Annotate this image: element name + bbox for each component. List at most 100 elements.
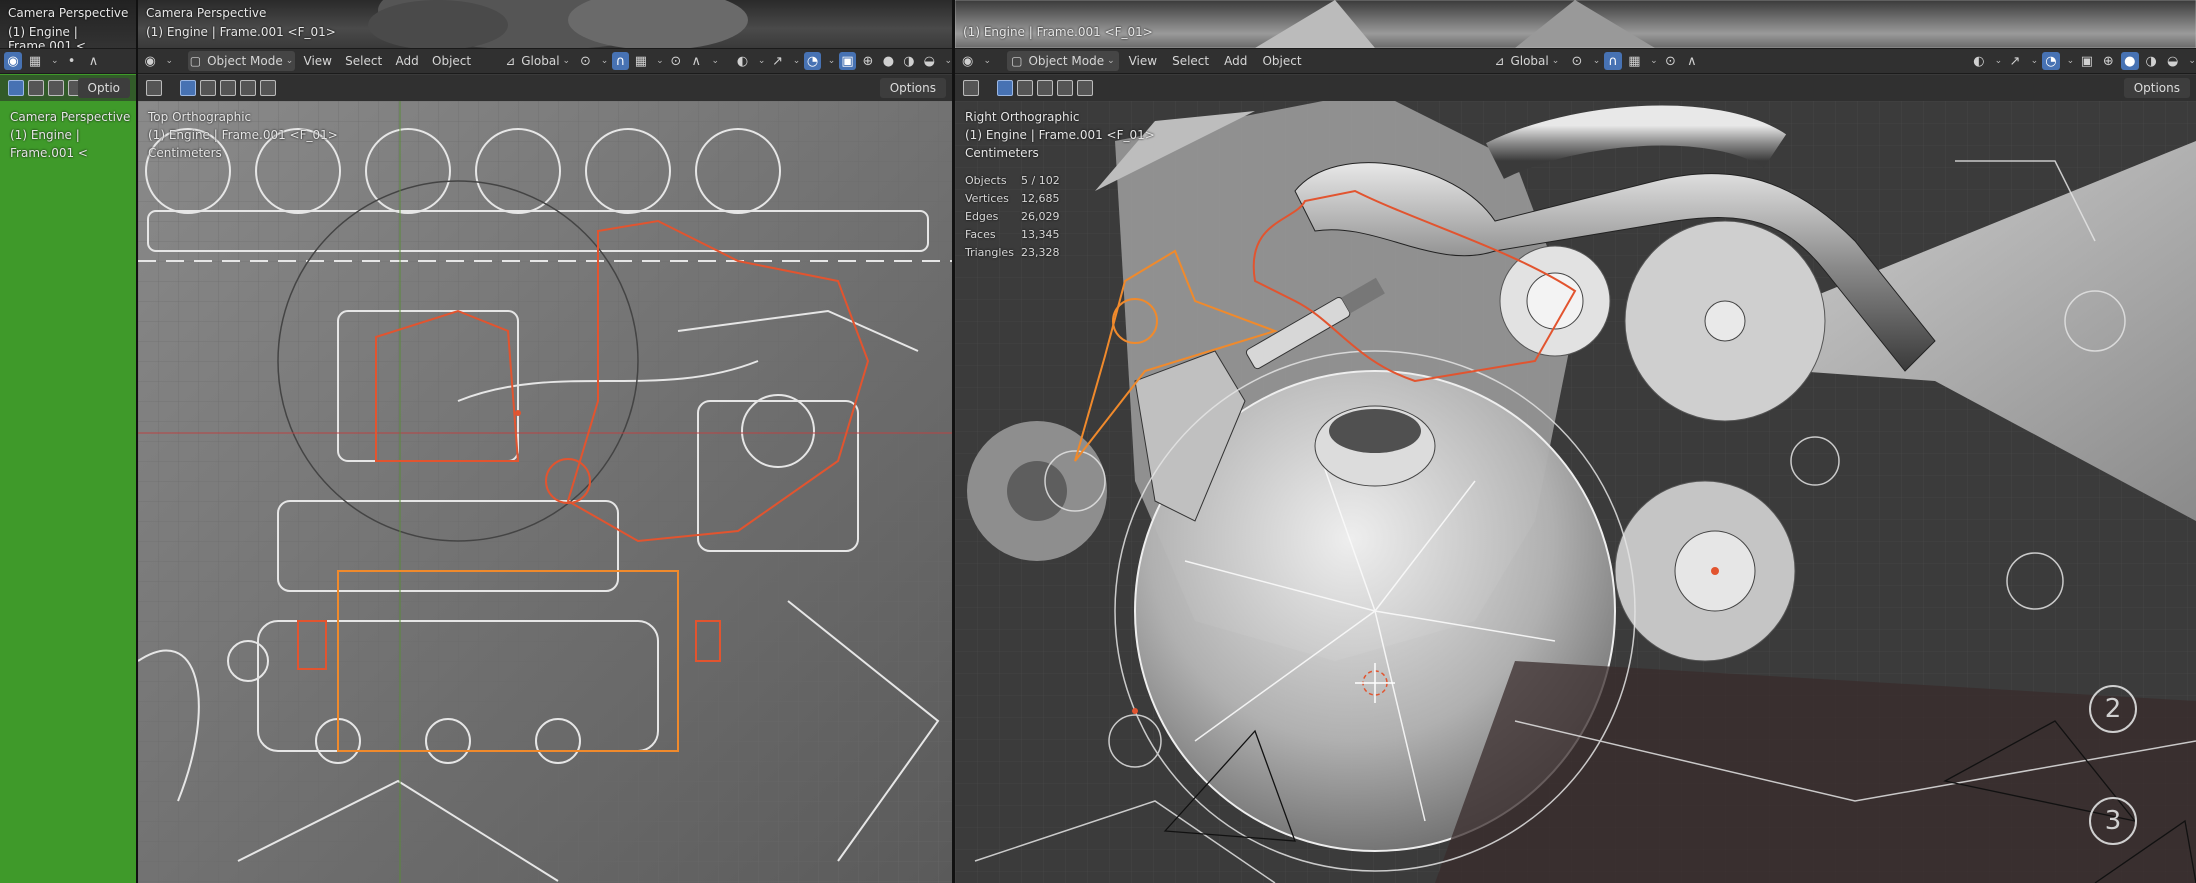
mid-view-sub: (1) Engine | Frame.001 <F_01>	[148, 128, 338, 142]
right-header: ◉ ⌄ ▢ Object Mode ⌄ View Select Add Object …	[955, 48, 2196, 74]
right-camera-strip: (1) Engine | Frame.001 <F_01>	[955, 0, 2196, 48]
circle-label-2: 2	[2089, 685, 2137, 733]
right-view-sub: (1) Engine | Frame.001 <F_01>	[965, 128, 1155, 142]
select-box-tool[interactable]	[8, 80, 24, 96]
right-strip-sub: (1) Engine | Frame.001 <F_01>	[963, 25, 1153, 39]
wireframe-shading-icon[interactable]: ⊕	[2100, 52, 2117, 70]
menu-object[interactable]: Object	[1257, 51, 1307, 71]
select-tool-icon[interactable]	[963, 80, 979, 96]
rendered-shading-icon[interactable]: ◒	[921, 52, 937, 70]
select-subtract-tool[interactable]	[220, 80, 236, 96]
scene-statistics: Objects 5 / 102 Vertices 12,685 Edges 26,02…	[965, 172, 1060, 262]
falloff-icon[interactable]: ∧	[1683, 52, 1700, 70]
mid-header: ◉ ⌄ ▢ Object Mode ⌄ View Select Add Object …	[138, 48, 952, 74]
select-invert-tool[interactable]	[1057, 80, 1073, 96]
right-tool-row	[955, 75, 2196, 101]
stat-row: Vertices 12,685	[965, 192, 1060, 205]
stat-row: Faces 13,345	[965, 228, 1060, 241]
mid-tool-row	[138, 75, 952, 101]
mid-view-title: Top Orthographic	[148, 110, 252, 124]
solid-shading-icon[interactable]: ●	[2121, 52, 2139, 70]
menu-add[interactable]: Add	[391, 51, 424, 71]
select-invert-tool[interactable]	[240, 80, 256, 96]
mid-strip-sub: (1) Engine | Frame.001 <F_01>	[146, 25, 336, 39]
select-box-tool[interactable]	[997, 80, 1013, 96]
top-ortho-canvas[interactable]	[138, 101, 952, 883]
select-subtract-tool[interactable]	[48, 80, 64, 96]
menu-view[interactable]: View	[299, 51, 337, 71]
stat-row: Triangles 23,328	[965, 246, 1060, 259]
viewport-editor-icon[interactable]: ◉	[4, 52, 22, 70]
overlay-icon[interactable]: ◔	[804, 52, 821, 70]
right-view-title: Right Orthographic	[965, 110, 1080, 124]
menu-add[interactable]: Add	[1219, 51, 1254, 71]
right-ortho-canvas[interactable]: 2 3	[955, 101, 2196, 883]
gizmo-icon[interactable]: ↗	[769, 52, 785, 70]
mid-units: Centimeters	[148, 146, 222, 160]
pivot-icon[interactable]: •	[63, 52, 81, 70]
select-extend-tool[interactable]	[200, 80, 216, 96]
xray-icon[interactable]: ▣	[2078, 52, 2095, 70]
select-intersect-tool[interactable]	[260, 80, 276, 96]
left-viewport-area: Camera Perspective (1) Engine | Frame.00…	[0, 0, 136, 883]
proportional-edit-icon[interactable]: ⊙	[668, 52, 684, 70]
circle-label-3: 3	[2089, 797, 2137, 845]
mid-options-button[interactable]: Options	[879, 78, 946, 98]
right-options-button[interactable]: Options	[2123, 78, 2190, 98]
left-strip-title: Camera Perspective	[8, 6, 129, 20]
solid-shading-icon[interactable]: ●	[880, 52, 896, 70]
viewport-editor-icon[interactable]: ◉	[959, 52, 976, 70]
left-camera-strip: Camera Perspective (1) Engine | Frame.00…	[0, 0, 136, 48]
left-strip-sub: (1) Engine | Frame.001 <	[8, 25, 86, 48]
proportional-edit-icon[interactable]: ⊙	[1662, 52, 1679, 70]
pivot-point-icon[interactable]: ⊙	[1568, 52, 1585, 70]
select-subtract-tool[interactable]	[1037, 80, 1053, 96]
mode-dropdown[interactable]: ▢ Object Mode ⌄	[188, 51, 295, 71]
mode-dropdown[interactable]: ▢ Object Mode ⌄	[1006, 51, 1120, 71]
grid-snap-icon[interactable]: ▦	[26, 52, 44, 70]
stat-row: Objects 5 / 102	[965, 174, 1060, 187]
stat-row: Edges 26,029	[965, 210, 1060, 223]
magnet-icon[interactable]: ∩	[1604, 52, 1622, 70]
gizmo-icon[interactable]: ↗	[2006, 52, 2023, 70]
right-ortho-viewport-area: (1) Engine | Frame.001 <F_01> 2 3 ◉ ⌄ ▢ …	[955, 0, 2196, 883]
select-intersect-tool[interactable]	[1077, 80, 1093, 96]
snap-target-icon[interactable]: ▦	[633, 52, 649, 70]
top-ortho-viewport-area: Camera Perspective (1) Engine | Frame.00…	[138, 0, 952, 883]
falloff-icon[interactable]: ∧	[688, 52, 704, 70]
xray-icon[interactable]: ▣	[839, 52, 856, 70]
visibility-icon[interactable]: ◐	[734, 52, 750, 70]
material-shading-icon[interactable]: ◑	[2143, 52, 2160, 70]
left-header: ◉ ▦ ⌄ • ∧	[0, 48, 136, 74]
orientation-dropdown[interactable]: ⊿ Global ⌄	[1489, 51, 1564, 71]
menu-select[interactable]: Select	[341, 51, 387, 71]
select-tool-icon[interactable]	[146, 80, 162, 96]
viewport-editor-icon[interactable]: ◉	[142, 52, 158, 70]
left-view-title: Camera Perspective	[10, 110, 131, 124]
snap-target-icon[interactable]: ▦	[1626, 52, 1643, 70]
right-ortho-drawing	[955, 101, 2196, 883]
magnet-icon[interactable]: ∩	[612, 52, 629, 70]
mid-camera-strip: Camera Perspective (1) Engine | Frame.00…	[138, 0, 952, 48]
transform-orientation-icon: ⊿	[1494, 54, 1505, 68]
overlay-icon[interactable]: ◔	[2042, 52, 2060, 70]
menu-select[interactable]: Select	[1167, 51, 1215, 71]
transform-orientation-icon: ⊿	[505, 54, 516, 68]
pivot-point-icon[interactable]: ⊙	[577, 52, 593, 70]
select-extend-tool[interactable]	[1017, 80, 1033, 96]
select-box-tool[interactable]	[180, 80, 196, 96]
rendered-shading-icon[interactable]: ◒	[2164, 52, 2181, 70]
material-shading-icon[interactable]: ◑	[901, 52, 917, 70]
right-units: Centimeters	[965, 146, 1039, 160]
menu-view[interactable]: View	[1123, 51, 1163, 71]
wireframe-shading-icon[interactable]: ⊕	[860, 52, 876, 70]
orientation-dropdown[interactable]: ⊿ Global ⌄	[502, 51, 573, 71]
strip-render-image	[955, 0, 2196, 48]
top-ortho-drawing	[138, 101, 952, 883]
select-extend-tool[interactable]	[28, 80, 44, 96]
falloff-icon[interactable]: ∧	[85, 52, 103, 70]
visibility-icon[interactable]: ◐	[1970, 52, 1987, 70]
left-options-button[interactable]: Optio	[77, 78, 130, 98]
menu-object[interactable]: Object	[428, 51, 476, 71]
left-view-sub: (1) Engine | Frame.001 <	[10, 128, 88, 160]
